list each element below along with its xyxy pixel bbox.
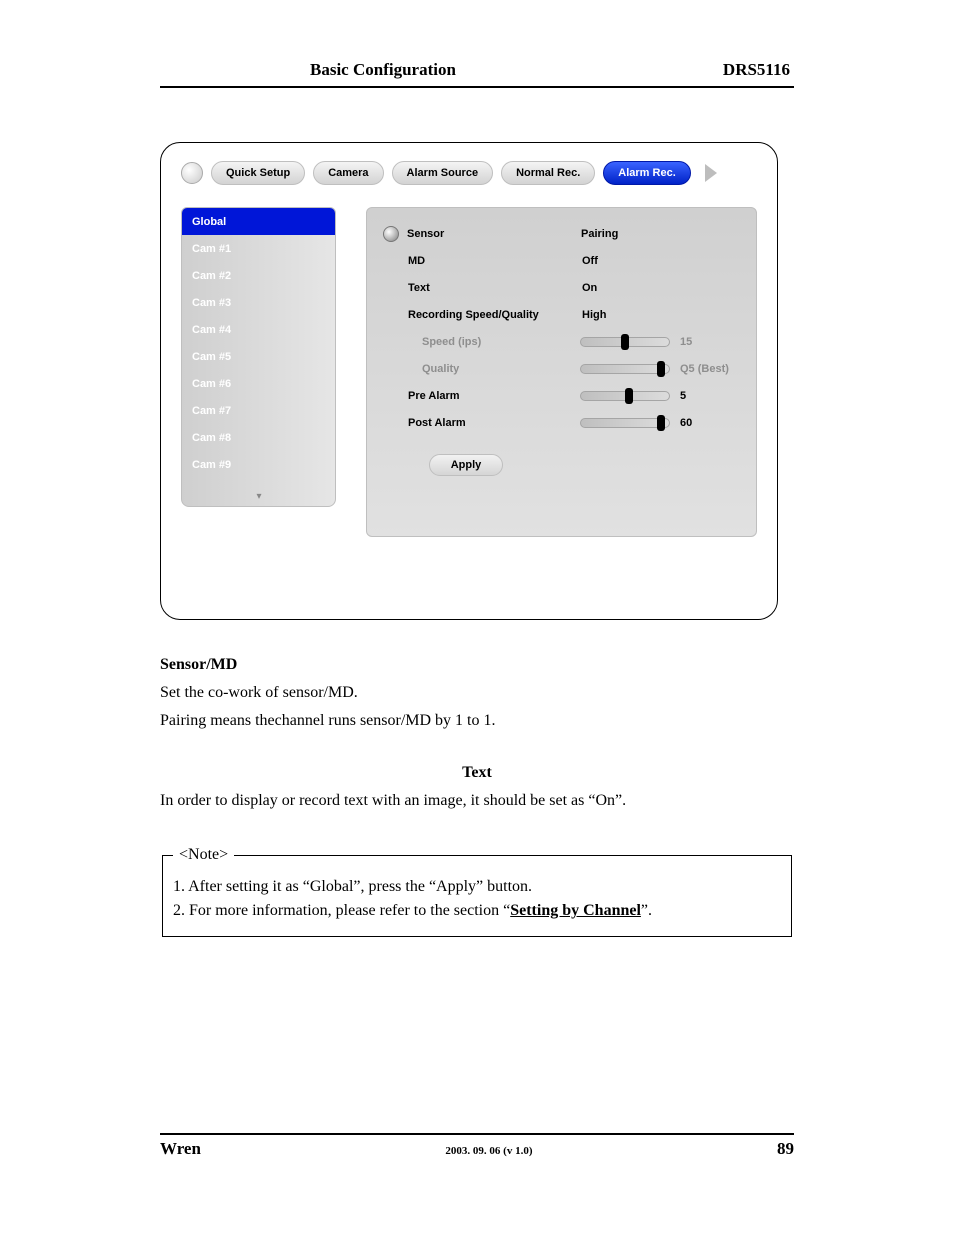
- note-line-1: 1. After setting it as “Global”, press t…: [173, 878, 781, 896]
- sidebar-item-cam1[interactable]: Cam #1: [182, 235, 335, 262]
- sidebar-item-global[interactable]: Global: [182, 208, 335, 235]
- note-legend: <Note>: [173, 846, 234, 864]
- sidebar-item-cam7[interactable]: Cam #7: [182, 397, 335, 424]
- quality-slider[interactable]: [580, 364, 670, 374]
- sensor-md-p2: Pairing means thechannel runs sensor/MD …: [160, 712, 794, 730]
- footer-page-number: 89: [777, 1139, 794, 1159]
- sidebar-item-cam9[interactable]: Cam #9: [182, 451, 335, 478]
- recq-value[interactable]: High: [582, 309, 606, 321]
- quality-value: Q5 (Best): [680, 363, 729, 375]
- md-label: MD: [408, 255, 580, 267]
- section-sensor-md-heading: Sensor/MD: [160, 656, 794, 674]
- footer-brand: Wren: [160, 1139, 201, 1159]
- note-box: <Note> 1. After setting it as “Global”, …: [162, 846, 792, 937]
- nav-prev-icon[interactable]: [181, 162, 203, 184]
- sensor-md-p1: Set the co-work of sensor/MD.: [160, 684, 794, 702]
- tab-bar: Quick Setup Camera Alarm Source Normal R…: [181, 161, 757, 185]
- page-header: Basic Configuration DRS5116: [160, 60, 794, 88]
- sidebar-item-cam6[interactable]: Cam #6: [182, 370, 335, 397]
- sensor-icon: [383, 226, 399, 242]
- tab-camera[interactable]: Camera: [313, 161, 383, 185]
- sidebar-item-cam4[interactable]: Cam #4: [182, 316, 335, 343]
- sidebar-item-cam5[interactable]: Cam #5: [182, 343, 335, 370]
- pre-alarm-slider[interactable]: [580, 391, 670, 401]
- pre-alarm-value: 5: [680, 390, 686, 402]
- quality-label: Quality: [408, 363, 580, 375]
- doc-body: Sensor/MD Set the co-work of sensor/MD. …: [160, 656, 794, 937]
- config-panel: Quick Setup Camera Alarm Source Normal R…: [160, 142, 778, 620]
- nav-next-icon[interactable]: [705, 164, 717, 182]
- sensor-value[interactable]: Pairing: [581, 228, 618, 240]
- speed-slider[interactable]: [580, 337, 670, 347]
- page-footer: Wren 2003. 09. 06 (v 1.0) 89: [160, 1133, 794, 1159]
- tab-quick-setup[interactable]: Quick Setup: [211, 161, 305, 185]
- pre-alarm-label: Pre Alarm: [408, 390, 580, 402]
- camera-list: Global Cam #1 Cam #2 Cam #3 Cam #4 Cam #…: [181, 207, 336, 507]
- speed-label: Speed (ips): [408, 336, 580, 348]
- footer-version: 2003. 09. 06 (v 1.0): [445, 1145, 532, 1157]
- tab-alarm-source[interactable]: Alarm Source: [392, 161, 494, 185]
- scroll-down-icon[interactable]: ▾: [256, 491, 260, 502]
- header-right: DRS5116: [723, 60, 790, 80]
- sidebar-item-cam2[interactable]: Cam #2: [182, 262, 335, 289]
- sidebar-item-cam8[interactable]: Cam #8: [182, 424, 335, 451]
- section-text-heading: Text: [160, 764, 794, 782]
- text-value[interactable]: On: [582, 282, 597, 294]
- sidebar-item-cam3[interactable]: Cam #3: [182, 289, 335, 316]
- setting-by-channel-link[interactable]: Setting by Channel: [510, 902, 641, 919]
- post-alarm-slider[interactable]: [580, 418, 670, 428]
- md-value[interactable]: Off: [582, 255, 598, 267]
- tab-alarm-rec[interactable]: Alarm Rec.: [603, 161, 690, 185]
- recq-label: Recording Speed/Quality: [408, 309, 580, 321]
- speed-value: 15: [680, 336, 692, 348]
- post-alarm-label: Post Alarm: [408, 417, 580, 429]
- header-left: Basic Configuration: [310, 60, 456, 80]
- tab-normal-rec[interactable]: Normal Rec.: [501, 161, 595, 185]
- sensor-label: Sensor: [407, 228, 579, 240]
- note-line-2: 2. For more information, please refer to…: [173, 902, 781, 920]
- settings-pane: Sensor Pairing MD Off Text On Recording …: [366, 207, 757, 537]
- post-alarm-value: 60: [680, 417, 692, 429]
- text-label: Text: [408, 282, 580, 294]
- apply-button[interactable]: Apply: [429, 454, 503, 476]
- text-p1: In order to display or record text with …: [160, 792, 794, 810]
